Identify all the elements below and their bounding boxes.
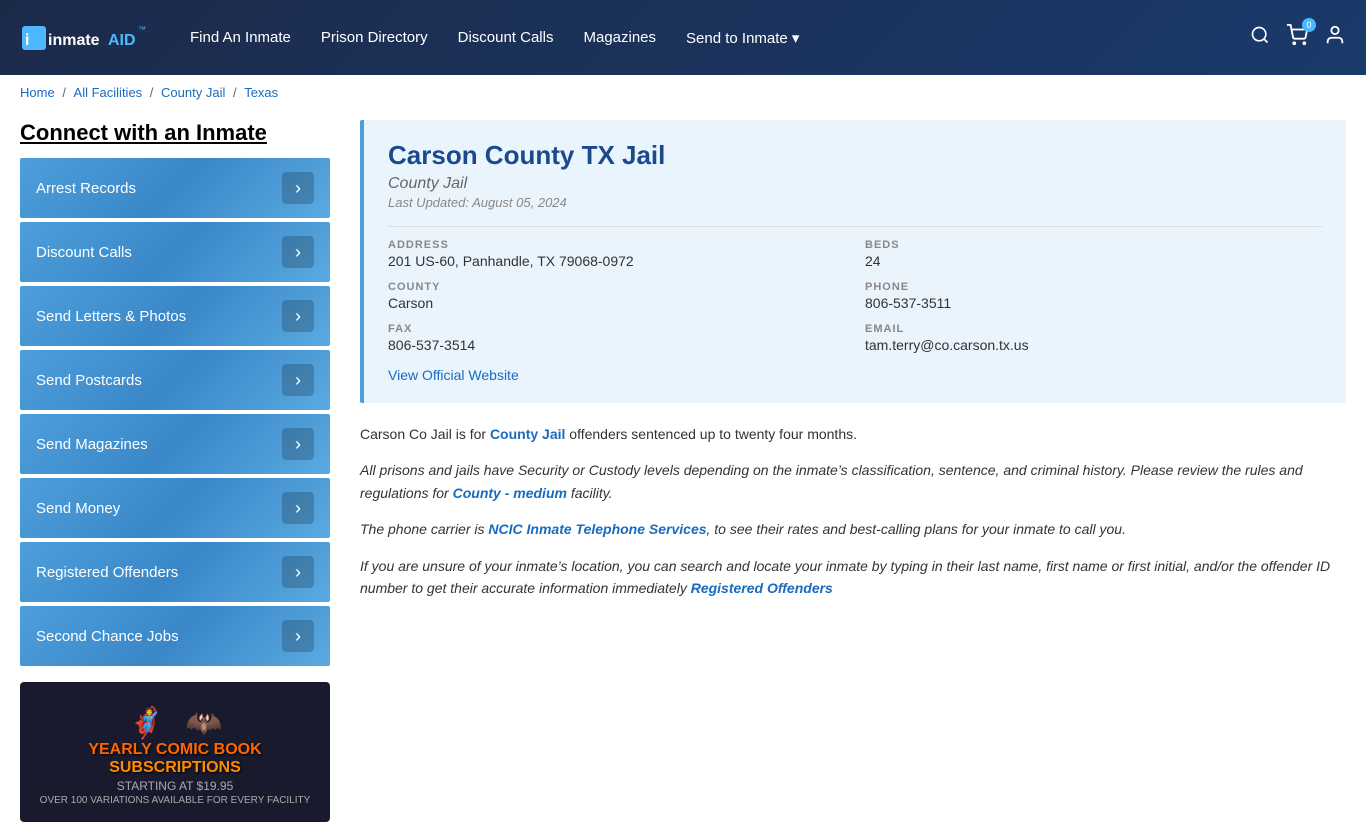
email-field: EMAIL tam.terry@co.carson.tx.us xyxy=(865,323,1322,353)
beds-field: BEDS 24 xyxy=(865,239,1322,269)
county-medium-link[interactable]: County - medium xyxy=(453,485,567,501)
beds-value: 24 xyxy=(865,253,1322,269)
arrow-icon: › xyxy=(282,236,314,268)
arrow-icon: › xyxy=(282,620,314,652)
facility-card: Carson County TX Jail County Jail Last U… xyxy=(360,120,1346,403)
header-icons: 0 xyxy=(1250,24,1346,51)
beds-label: BEDS xyxy=(865,239,1322,251)
phone-field: PHONE 806-537-3511 xyxy=(865,281,1322,311)
superman-icon: 🦸 xyxy=(128,706,165,741)
desc-para1: Carson Co Jail is for County Jail offend… xyxy=(360,423,1346,445)
breadcrumb-home[interactable]: Home xyxy=(20,85,55,100)
breadcrumb-sep2: / xyxy=(150,85,157,100)
main-nav: Find An Inmate Prison Directory Discount… xyxy=(190,29,1250,47)
phone-value: 806-537-3511 xyxy=(865,295,1322,311)
sidebar-btn-second-chance[interactable]: Second Chance Jobs › xyxy=(20,606,330,666)
arrow-icon: › xyxy=(282,428,314,460)
county-value: Carson xyxy=(388,295,845,311)
sidebar-btn-send-letters[interactable]: Send Letters & Photos › xyxy=(20,286,330,346)
sidebar-btn-send-postcards[interactable]: Send Postcards › xyxy=(20,350,330,410)
sidebar: Connect with an Inmate Arrest Records › … xyxy=(20,120,330,822)
sidebar-ad[interactable]: 🦸 🦇 YEARLY COMIC BOOK SUBSCRIPTIONS STAR… xyxy=(20,682,330,822)
nav-magazines[interactable]: Magazines xyxy=(583,29,656,46)
batman-icon: 🦇 xyxy=(185,706,222,741)
sidebar-btn-send-money[interactable]: Send Money › xyxy=(20,478,330,538)
ad-small: OVER 100 VARIATIONS AVAILABLE FOR EVERY … xyxy=(40,795,311,806)
cart-badge: 0 xyxy=(1302,18,1316,32)
breadcrumb-sep3: / xyxy=(233,85,240,100)
county-label: COUNTY xyxy=(388,281,845,293)
nav-prison-directory[interactable]: Prison Directory xyxy=(321,29,428,46)
svg-text:™: ™ xyxy=(138,25,146,34)
arrow-icon: › xyxy=(282,364,314,396)
svg-text:inmate: inmate xyxy=(48,32,100,49)
site-logo[interactable]: i inmate AID ™ xyxy=(20,18,150,58)
registered-offenders-link[interactable]: Registered Offenders xyxy=(691,580,833,596)
search-icon[interactable] xyxy=(1250,25,1270,50)
breadcrumb-county-jail[interactable]: County Jail xyxy=(161,85,225,100)
email-value: tam.terry@co.carson.tx.us xyxy=(865,337,1322,353)
nav-find-inmate[interactable]: Find An Inmate xyxy=(190,29,291,46)
svg-text:AID: AID xyxy=(108,32,136,49)
description: Carson Co Jail is for County Jail offend… xyxy=(360,423,1346,599)
fax-value: 806-537-3514 xyxy=(388,337,845,353)
divider xyxy=(388,226,1322,227)
sidebar-title: Connect with an Inmate xyxy=(20,120,330,146)
user-icon[interactable] xyxy=(1324,24,1346,51)
breadcrumb-texas[interactable]: Texas xyxy=(244,85,278,100)
breadcrumb-all-facilities[interactable]: All Facilities xyxy=(74,85,143,100)
address-value: 201 US-60, Panhandle, TX 79068-0972 xyxy=(388,253,845,269)
ad-price: STARTING AT $19.95 xyxy=(117,779,234,793)
desc-para2: All prisons and jails have Security or C… xyxy=(360,459,1346,504)
desc-para3: The phone carrier is NCIC Inmate Telepho… xyxy=(360,518,1346,540)
svg-text:i: i xyxy=(25,32,29,49)
arrow-icon: › xyxy=(282,556,314,588)
nav-send-to-inmate[interactable]: Send to Inmate ▾ xyxy=(686,29,799,47)
breadcrumb: Home / All Facilities / County Jail / Te… xyxy=(0,75,1366,110)
official-website-link[interactable]: View Official Website xyxy=(388,367,519,383)
address-label: ADDRESS xyxy=(388,239,845,251)
cart-icon[interactable]: 0 xyxy=(1286,24,1308,51)
nav-discount-calls[interactable]: Discount Calls xyxy=(458,29,554,46)
fax-field: FAX 806-537-3514 xyxy=(388,323,845,353)
sidebar-btn-arrest-records[interactable]: Arrest Records › xyxy=(20,158,330,218)
facility-name: Carson County TX Jail xyxy=(388,140,1322,171)
sidebar-btn-registered-offenders[interactable]: Registered Offenders › xyxy=(20,542,330,602)
breadcrumb-sep1: / xyxy=(62,85,69,100)
desc-para4: If you are unsure of your inmate’s locat… xyxy=(360,555,1346,600)
ncic-link[interactable]: NCIC Inmate Telephone Services xyxy=(488,521,706,537)
arrow-icon: › xyxy=(282,492,314,524)
sidebar-btn-send-magazines[interactable]: Send Magazines › xyxy=(20,414,330,474)
fax-label: FAX xyxy=(388,323,845,335)
county-field: COUNTY Carson xyxy=(388,281,845,311)
phone-label: PHONE xyxy=(865,281,1322,293)
arrow-icon: › xyxy=(282,172,314,204)
ad-title: YEARLY COMIC BOOK SUBSCRIPTIONS xyxy=(88,741,261,777)
ad-figures: 🦸 🦇 xyxy=(128,706,223,741)
sidebar-btn-discount-calls[interactable]: Discount Calls › xyxy=(20,222,330,282)
county-jail-link[interactable]: County Jail xyxy=(490,426,565,442)
facility-updated: Last Updated: August 05, 2024 xyxy=(388,195,1322,210)
arrow-icon: › xyxy=(282,300,314,332)
email-label: EMAIL xyxy=(865,323,1322,335)
main-content: Carson County TX Jail County Jail Last U… xyxy=(360,120,1346,822)
info-grid: ADDRESS 201 US-60, Panhandle, TX 79068-0… xyxy=(388,239,1322,353)
facility-type: County Jail xyxy=(388,175,1322,193)
main-container: Connect with an Inmate Arrest Records › … xyxy=(0,110,1366,832)
address-field: ADDRESS 201 US-60, Panhandle, TX 79068-0… xyxy=(388,239,845,269)
